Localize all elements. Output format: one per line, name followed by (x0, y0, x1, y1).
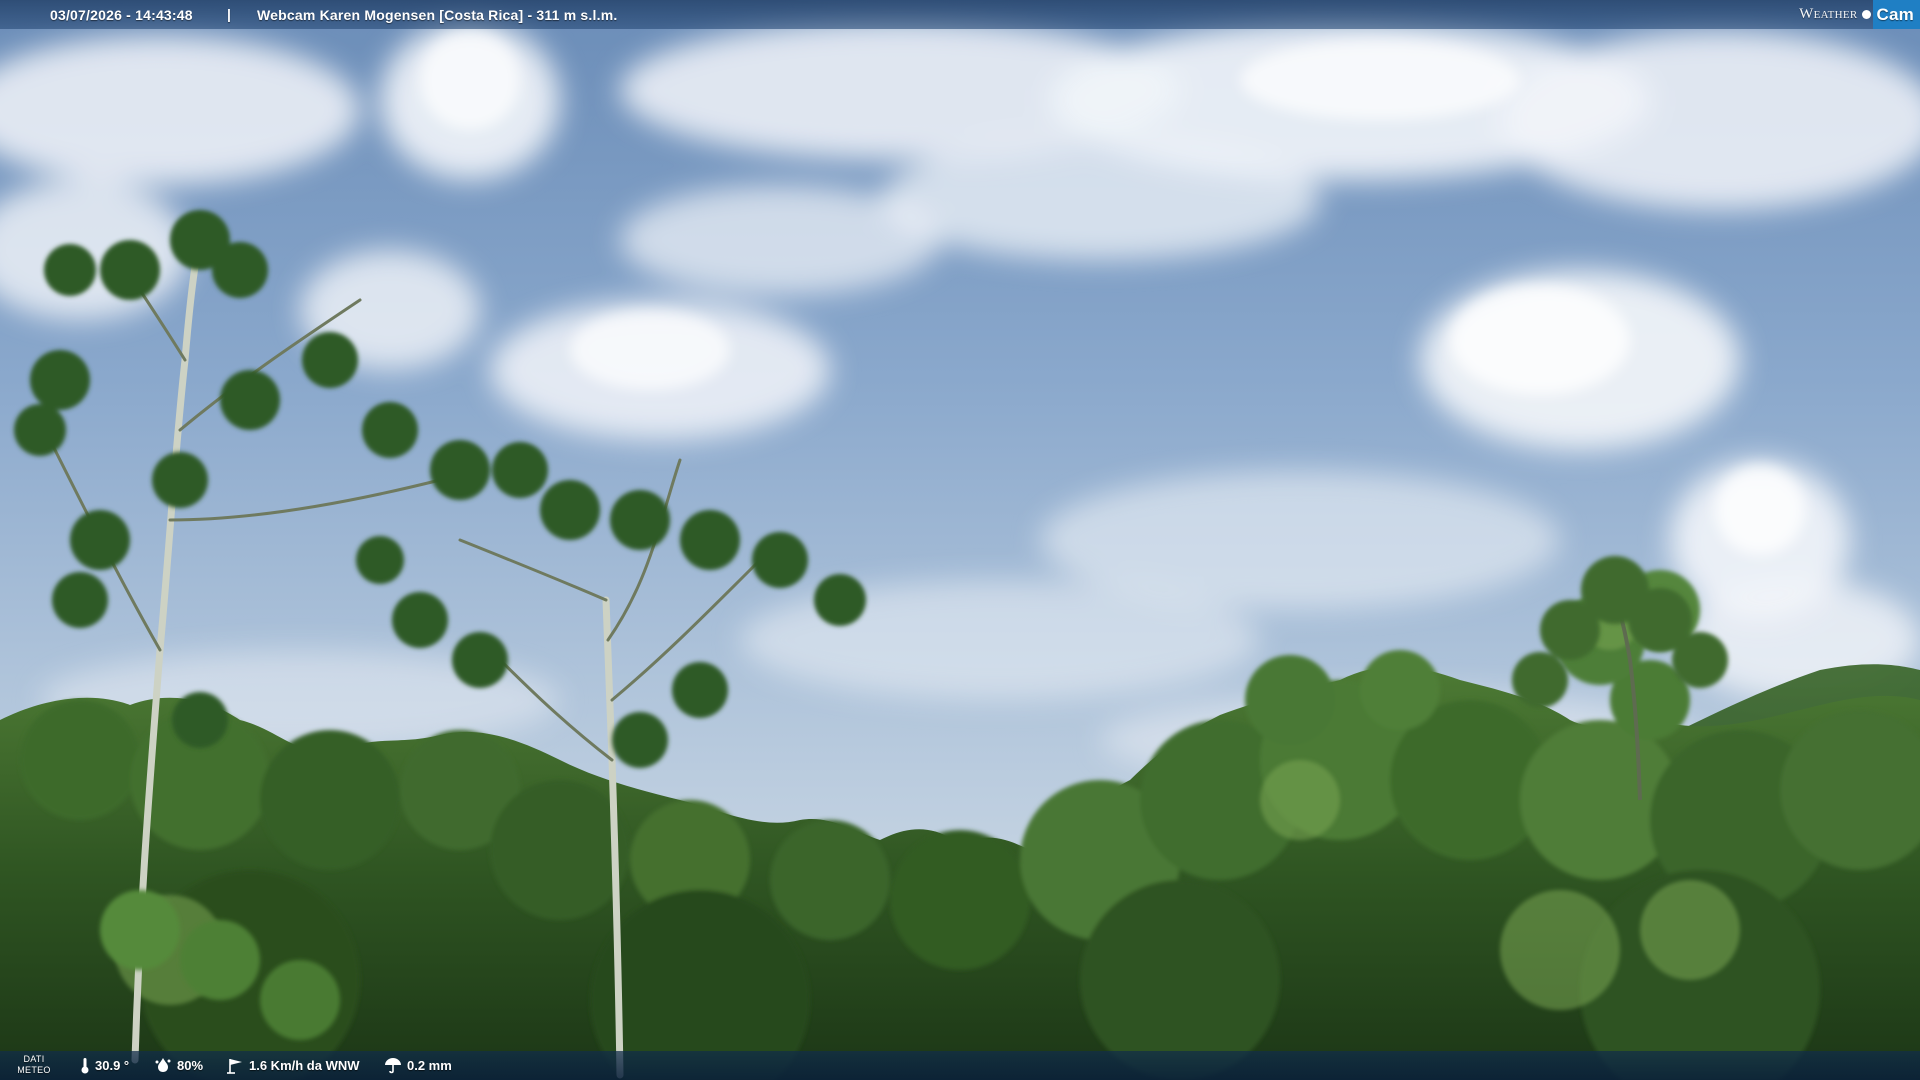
rain-umbrella-icon (385, 1058, 401, 1074)
webcam-timestamp: 03/07/2026 - 14:43:48 (50, 7, 193, 23)
meteo-wind: 1.6 Km/h da WNW (226, 1057, 360, 1074)
brand-logo[interactable]: Weather Cam (1799, 0, 1920, 29)
meteo-humidity: 80% (154, 1057, 203, 1073)
humidity-drop-icon (155, 1058, 171, 1072)
weather-dot-icon (1861, 10, 1871, 19)
meteo-label-line1: DATI (23, 1054, 45, 1064)
meteo-label-line2: METEO (17, 1065, 51, 1075)
brand-weather-text: Weather (1799, 6, 1858, 22)
thermometer-icon (81, 1058, 89, 1074)
meteo-temperature: 30.9 ° (80, 1057, 129, 1074)
meteo-bar: DATI METEO 30.9 ° 80% 1.6 Km/h da WNW 0.… (0, 1051, 1920, 1080)
webcam-top-bar: 03/07/2026 - 14:43:48 | Webcam Karen Mog… (0, 0, 1920, 29)
webcam-location: Webcam Karen Mogensen [Costa Rica] - 311… (257, 7, 618, 23)
wind-value: 1.6 Km/h da WNW (249, 1058, 360, 1073)
title-separator: | (227, 6, 232, 22)
webcam-viewport: 03/07/2026 - 14:43:48 | Webcam Karen Mog… (0, 0, 1920, 1080)
webcam-scene (0, 0, 1920, 1080)
rain-value: 0.2 mm (407, 1058, 452, 1073)
humidity-value: 80% (177, 1057, 204, 1073)
wind-vane-icon (227, 1059, 242, 1074)
meteo-label: DATI METEO (14, 1054, 54, 1076)
meteo-rain: 0.2 mm (384, 1057, 452, 1074)
brand-cam-text: Cam (1872, 0, 1920, 29)
temperature-value: 30.9 ° (95, 1058, 130, 1073)
